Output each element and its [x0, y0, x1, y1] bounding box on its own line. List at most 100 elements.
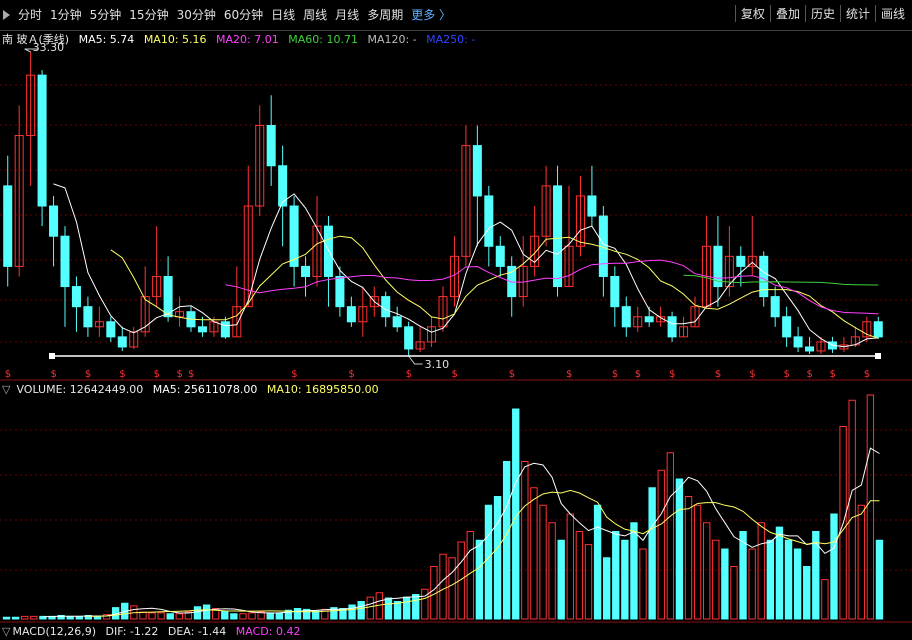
- volume-bar: [293, 608, 302, 620]
- volume-bar: [248, 612, 256, 620]
- candle-body: [106, 321, 116, 338]
- volume-bar: [630, 522, 638, 620]
- candle-body: [770, 296, 780, 318]
- dividend-marker: $: [864, 369, 870, 380]
- volume-bar: [475, 539, 484, 620]
- candle-body: [346, 306, 356, 323]
- candle-body: [553, 185, 563, 288]
- low-marker: [408, 355, 423, 365]
- dividend-marker: $: [669, 369, 675, 380]
- candle-body: [793, 336, 803, 348]
- volume-bar: [312, 610, 320, 620]
- volume-bar: [484, 504, 493, 620]
- dividend-marker: $: [154, 369, 160, 380]
- candle-body: [197, 326, 207, 333]
- volume-bar: [812, 531, 820, 620]
- volume-bar: [502, 461, 511, 620]
- volume-bar: [148, 612, 156, 620]
- volume-bar: [703, 522, 711, 620]
- volume-bar: [739, 531, 747, 620]
- volume-bar: [139, 611, 147, 620]
- volume-bar: [757, 522, 765, 620]
- candle-body: [736, 255, 746, 267]
- candle-body: [644, 316, 654, 323]
- dividend-marker: $: [715, 369, 721, 380]
- candle-body: [60, 235, 70, 288]
- candle-body: [266, 124, 276, 167]
- dividend-marker: $: [348, 369, 354, 380]
- candle-body: [621, 306, 631, 328]
- ma20-line: [225, 259, 879, 315]
- candle-body: [805, 346, 815, 352]
- candle-body: [323, 225, 333, 277]
- volume-bar: [2, 616, 11, 620]
- dividend-marker: $: [612, 369, 618, 380]
- volume-bar: [621, 539, 629, 620]
- volume-bar: [230, 613, 238, 620]
- volume-bar: [648, 487, 656, 620]
- dividend-marker: $: [85, 369, 91, 380]
- dividend-marker: $: [119, 369, 125, 380]
- volume-bar: [848, 399, 856, 620]
- volume-bar: [766, 539, 775, 620]
- volume-bar: [593, 504, 602, 620]
- candle-body: [335, 275, 345, 308]
- volume-bar: [421, 588, 429, 620]
- dividend-marker: $: [807, 369, 813, 380]
- volume-bar: [748, 548, 756, 620]
- volume-bar: [566, 513, 574, 620]
- low-label: 3.10: [425, 358, 450, 371]
- volume-bar: [612, 531, 620, 620]
- volume-bar: [348, 604, 356, 620]
- volume-bar: [730, 566, 738, 620]
- dividend-marker: $: [749, 369, 755, 380]
- dividend-marker: $: [51, 369, 57, 380]
- volume-bar: [784, 539, 793, 620]
- volume-bar: [857, 504, 865, 620]
- volume-bar: [439, 553, 447, 620]
- volume-bar: [384, 597, 393, 620]
- volume-bar: [266, 612, 274, 620]
- volume-bar: [575, 531, 584, 620]
- candle-body: [381, 296, 391, 318]
- volume-bar: [402, 596, 411, 620]
- candle-body: [37, 74, 47, 207]
- volume-bar: [393, 601, 402, 620]
- volume-bar: [866, 394, 875, 620]
- volume-bar: [221, 610, 229, 620]
- volume-bar: [821, 579, 829, 620]
- volume-bar: [684, 496, 693, 620]
- candle-body: [484, 195, 494, 247]
- candle-body: [495, 245, 505, 267]
- candle-body: [587, 195, 597, 217]
- candle-body: [163, 275, 173, 318]
- volume-ma10-line: [88, 489, 880, 617]
- volume-bar: [775, 526, 784, 620]
- ma60-line: [683, 274, 879, 286]
- candle-body: [289, 205, 299, 267]
- candle-body: [392, 316, 402, 328]
- volume-bar: [11, 616, 20, 620]
- volume-bar: [366, 596, 374, 620]
- stock-chart[interactable]: 33.30 3.10 $ $ $ $ $ $ $ $ $ $ $ $ $ $ $ $ $ $ $ $ $ $: [0, 0, 912, 640]
- volume-bar: [193, 606, 202, 620]
- volume-bar: [493, 496, 502, 620]
- volume-bar: [602, 557, 611, 620]
- volume-bar: [539, 504, 547, 620]
- candle-body: [220, 321, 230, 338]
- volume-bar: [530, 487, 538, 620]
- volume-bar: [639, 548, 647, 620]
- volume-bar: [657, 469, 665, 620]
- volume-bar: [830, 513, 838, 620]
- volume-bar: [793, 548, 802, 620]
- candle-body: [3, 185, 13, 267]
- candle-body: [117, 336, 127, 348]
- volume-bar: [584, 544, 593, 620]
- range-start-handle: [49, 353, 55, 359]
- dividend-marker: $: [406, 369, 412, 380]
- volume-bar: [30, 615, 38, 620]
- volume-bar: [448, 557, 456, 620]
- dividend-marker: $: [177, 369, 183, 380]
- candle-body: [782, 316, 792, 338]
- volume-bar: [21, 615, 29, 620]
